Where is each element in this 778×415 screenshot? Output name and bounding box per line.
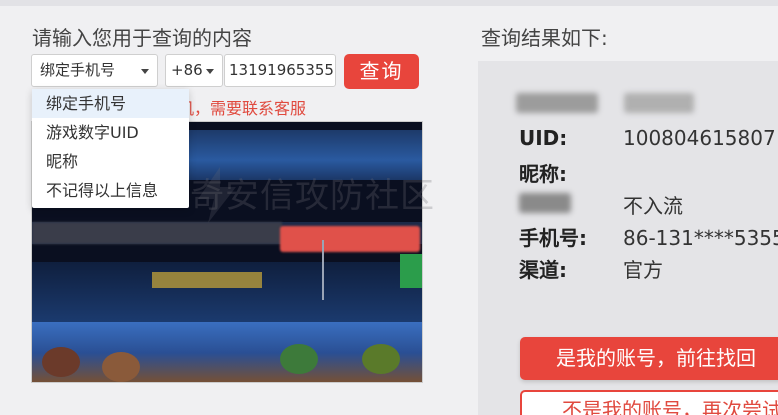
character-sprite bbox=[102, 352, 140, 382]
blurred-username bbox=[624, 93, 694, 113]
uid-label: UID: bbox=[519, 126, 568, 150]
result-row-nickname: 昵称: bbox=[519, 158, 623, 187]
chevron-down-icon bbox=[141, 69, 149, 74]
chevron-down-icon bbox=[206, 69, 214, 74]
blurred-name-bar bbox=[32, 222, 282, 244]
dropdown-option-nickname[interactable]: 昵称 bbox=[32, 147, 189, 176]
dropdown-option-phone[interactable]: 绑定手机号 bbox=[32, 89, 189, 118]
screenshot-gold-label bbox=[152, 272, 262, 288]
screenshot-green-icon bbox=[400, 254, 422, 288]
nickname-label: 昵称: bbox=[519, 162, 567, 186]
character-sprite bbox=[280, 344, 318, 374]
dropdown-option-unknown[interactable]: 不记得以上信息 bbox=[32, 176, 189, 205]
result-row-rank: 不入流 bbox=[519, 190, 683, 219]
confirm-account-button[interactable]: 是我的账号，前往找回 bbox=[520, 337, 778, 380]
watermark-text: 奇安信攻防社区 bbox=[190, 176, 435, 216]
result-title: 查询结果如下: bbox=[481, 26, 608, 50]
channel-value: 官方 bbox=[623, 258, 663, 282]
character-sprite bbox=[362, 344, 400, 374]
country-code-select[interactable]: +86 bbox=[165, 54, 223, 87]
phone-value: 86-131****5355 bbox=[623, 226, 778, 250]
uid-value: 100804615807 bbox=[623, 126, 776, 150]
top-strip bbox=[0, 0, 778, 6]
result-row-channel: 渠道: 官方 bbox=[519, 254, 663, 283]
result-row-uid: UID: 100804615807 bbox=[519, 126, 776, 150]
dropdown-option-uid[interactable]: 游戏数字UID bbox=[32, 118, 189, 147]
country-code-value: +86 bbox=[171, 61, 203, 79]
blurred-username bbox=[516, 93, 598, 113]
query-type-select[interactable]: 绑定手机号 bbox=[31, 54, 158, 87]
phone-input[interactable]: 13191965355 bbox=[224, 54, 336, 87]
screenshot-band bbox=[32, 262, 422, 322]
phone-input-value: 13191965355 bbox=[229, 61, 334, 79]
warning-text: 机，需要联系客服 bbox=[178, 99, 307, 118]
not-my-account-button[interactable]: 不是我的账号，再次尝试 bbox=[520, 390, 778, 415]
query-title: 请输入您用于查询的内容 bbox=[32, 26, 252, 50]
character-sprite bbox=[42, 347, 80, 377]
rank-value: 不入流 bbox=[623, 194, 683, 218]
query-button[interactable]: 查询 bbox=[344, 54, 419, 89]
query-type-value: 绑定手机号 bbox=[40, 61, 116, 79]
query-type-dropdown: 绑定手机号 游戏数字UID 昵称 不记得以上信息 bbox=[32, 89, 189, 208]
screenshot-divider bbox=[322, 240, 324, 300]
result-row-phone: 手机号: 86-131****5355 bbox=[519, 222, 778, 251]
channel-label: 渠道: bbox=[519, 258, 567, 282]
phone-label: 手机号: bbox=[519, 226, 587, 250]
blurred-red-highlight bbox=[280, 226, 420, 252]
